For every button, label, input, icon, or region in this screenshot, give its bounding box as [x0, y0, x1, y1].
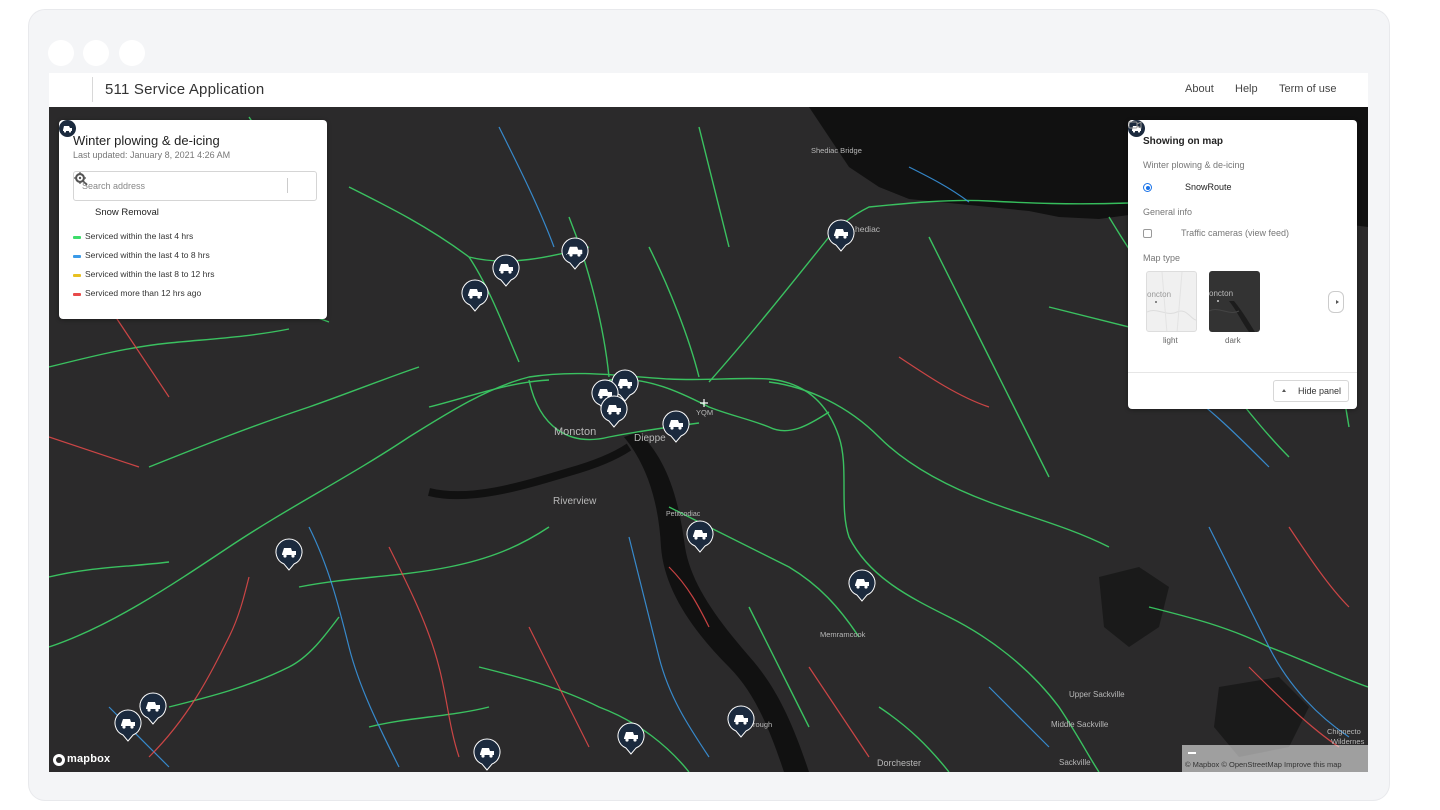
light-map-thumbnail: [1147, 272, 1196, 331]
snowroute-radio[interactable]: [1143, 183, 1152, 192]
caret-up-icon: [1282, 389, 1286, 392]
app: 511 Service Application About Help Term …: [49, 73, 1368, 772]
legend-swatch: [73, 236, 81, 239]
nav-help[interactable]: Help: [1235, 83, 1258, 95]
map-attribution: © Mapbox © OpenStreetMap Improve this ma…: [1182, 745, 1368, 772]
search-input[interactable]: [80, 177, 254, 195]
header-divider: [92, 77, 93, 102]
header: 511 Service Application About Help Term …: [49, 73, 1368, 107]
map-canvas[interactable]: Moncton Dieppe Riverview YQM Shediac Bri…: [49, 107, 1368, 772]
window-dot: [119, 40, 145, 66]
map-type-light[interactable]: oncton: [1146, 271, 1197, 332]
place-middle-sackville: Middle Sackville: [1051, 720, 1109, 729]
hide-panel-button[interactable]: Hide panel: [1273, 380, 1349, 402]
mapbox-logo-text: mapbox: [67, 753, 111, 765]
thumb-place-label: oncton: [1209, 289, 1234, 298]
snow-plow-icon: [59, 120, 76, 137]
nav-terms[interactable]: Term of use: [1279, 83, 1336, 95]
nav-about[interactable]: About: [1185, 83, 1214, 95]
place-petitcodiac: Petitcodiac: [666, 511, 701, 518]
plow-marker-icon[interactable]: [616, 720, 646, 756]
water-marsh: [1099, 567, 1169, 647]
plow-marker-icon[interactable]: [491, 252, 521, 288]
legend-swatch: [73, 274, 81, 277]
legend-item-label: Serviced more than 12 hrs ago: [85, 288, 202, 298]
section-winter: Winter plowing & de-icing: [1143, 160, 1245, 170]
place-upper-sackville: Upper Sackville: [1069, 690, 1125, 699]
place-dorchester: Dorchester: [877, 758, 921, 768]
plow-marker-icon[interactable]: [472, 736, 502, 772]
search-box: [73, 171, 317, 201]
place-riverview: Riverview: [553, 496, 597, 507]
last-updated: Last updated: January 8, 2021 4:26 AM: [73, 150, 231, 160]
place-sackville: Sackville: [1059, 758, 1091, 767]
place-moncton: Moncton: [554, 426, 596, 438]
plow-marker-icon[interactable]: [726, 703, 756, 739]
plow-marker-icon[interactable]: [560, 235, 590, 271]
showing-panel: Showing on map Winter plowing & de-icing…: [1128, 120, 1357, 409]
place-shediac-bridge: Shediac Bridge: [811, 146, 862, 155]
legend-title: Winter plowing & de-icing: [73, 133, 220, 148]
legend-item-label: Serviced within the last 8 to 12 hrs: [85, 269, 215, 279]
map-type-light-label: light: [1163, 336, 1178, 345]
legend-swatch: [73, 255, 81, 258]
section-maptype: Map type: [1143, 253, 1181, 263]
water-river: [624, 432, 809, 772]
map-type-dark[interactable]: oncton: [1209, 271, 1260, 332]
plow-marker-icon[interactable]: [599, 393, 629, 429]
plow-marker-icon[interactable]: [685, 518, 715, 554]
panel-divider: [1128, 372, 1357, 373]
place-yqm: YQM: [696, 408, 713, 417]
snowroute-label[interactable]: SnowRoute: [1185, 182, 1232, 192]
section-general: General info: [1143, 207, 1193, 217]
place-chignecto: Chignecto: [1327, 727, 1361, 736]
legend-panel: Winter plowing & de-icing Last updated: …: [59, 120, 327, 319]
cameras-checkbox[interactable]: [1143, 229, 1152, 238]
plow-marker-icon[interactable]: [113, 707, 143, 743]
showing-title: Showing on map: [1143, 136, 1223, 147]
window-dot: [48, 40, 74, 66]
hide-panel-label: Hide panel: [1298, 386, 1342, 396]
legend-item-label: Serviced within the last 4 hrs: [85, 231, 194, 241]
thumb-place-label: oncton: [1147, 290, 1172, 299]
map-type-next-button[interactable]: [1328, 291, 1344, 313]
attribution-text[interactable]: © Mapbox © OpenStreetMap Improve this ma…: [1185, 760, 1342, 769]
search-icon[interactable]: [74, 172, 88, 186]
water-river-channel: [428, 443, 632, 500]
mapbox-icon: [53, 754, 65, 766]
plow-marker-icon[interactable]: [847, 567, 877, 603]
app-title: 511 Service Application: [105, 81, 265, 98]
camera-icon: [1128, 121, 1142, 129]
search-divider: [287, 178, 288, 193]
dark-map-thumbnail: [1209, 300, 1255, 332]
legend-swatch: [73, 293, 81, 296]
plow-marker-icon[interactable]: [826, 217, 856, 253]
cameras-label[interactable]: Traffic cameras (view feed): [1181, 228, 1289, 238]
layer-label: Snow Removal: [95, 207, 159, 218]
window-dot: [83, 40, 109, 66]
zoom-out-icon[interactable]: [1188, 752, 1196, 754]
plow-marker-icon[interactable]: [274, 536, 304, 572]
place-memramcook: Memramcook: [820, 630, 866, 639]
plow-marker-icon[interactable]: [460, 277, 490, 313]
place-shediac: hediac: [855, 224, 881, 234]
map-type-dark-label: dark: [1225, 336, 1241, 345]
legend-item-label: Serviced within the last 4 to 8 hrs: [85, 250, 210, 260]
plow-marker-icon[interactable]: [661, 408, 691, 444]
